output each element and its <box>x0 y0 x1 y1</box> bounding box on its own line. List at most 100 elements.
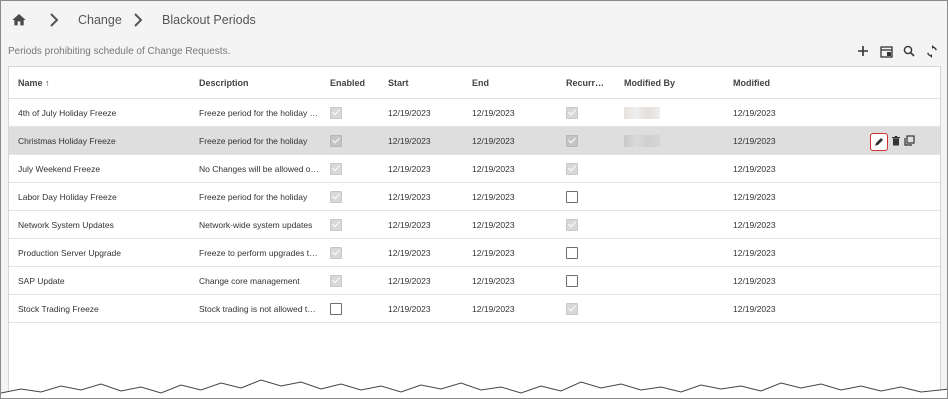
checkbox-checked-icon <box>566 106 578 119</box>
cell-recurring <box>566 126 624 155</box>
cell-modified-by <box>624 182 733 211</box>
blackout-periods-table-panel: Name ↑ Description Enabled Start End Rec… <box>8 66 941 398</box>
table-row[interactable]: Stock Trading Freeze Stock trading is not… <box>9 294 940 323</box>
cell-start: 12/19/2023 <box>388 182 472 211</box>
row-spacer <box>9 294 18 323</box>
edit-button[interactable] <box>870 133 888 151</box>
breadcrumb-blackout-periods: Blackout Periods <box>162 13 256 27</box>
refresh-button[interactable] <box>925 44 939 58</box>
column-header-name[interactable]: Name ↑ <box>18 67 199 99</box>
export-icon <box>879 45 893 58</box>
cell-name: Network System Updates <box>18 210 199 239</box>
column-header-description[interactable]: Description <box>199 67 330 99</box>
cell-name: Stock Trading Freeze <box>18 294 199 323</box>
cell-start: 12/19/2023 <box>388 210 472 239</box>
checkbox-unchecked-icon <box>566 190 578 203</box>
cell-modified-by <box>624 154 733 183</box>
refresh-icon <box>927 44 937 58</box>
checkbox-unchecked-icon <box>566 274 578 287</box>
checkbox-checked-icon <box>330 218 342 231</box>
cell-recurring <box>566 182 624 211</box>
blackout-periods-table: Name ↑ Description Enabled Start End Rec… <box>9 67 940 323</box>
cell-description: No Changes will be allowed o… <box>199 154 330 183</box>
search-icon <box>903 45 915 57</box>
cell-end: 12/19/2023 <box>472 98 566 127</box>
cell-recurring <box>566 98 624 127</box>
cell-name: July Weekend Freeze <box>18 154 199 183</box>
column-header-enabled[interactable]: Enabled <box>330 67 388 99</box>
cell-enabled <box>330 126 388 155</box>
checkbox-checked-icon <box>330 190 342 203</box>
cell-modified: 12/19/2023 <box>733 294 940 323</box>
edit-icon <box>875 138 883 146</box>
checkbox-unchecked-icon <box>330 302 342 315</box>
table-row[interactable]: Christmas Holiday Freeze Freeze period fo… <box>9 126 940 155</box>
delete-button[interactable] <box>892 133 900 151</box>
cell-recurring <box>566 238 624 267</box>
chevron-right-icon <box>50 13 59 27</box>
table-row[interactable]: July Weekend Freeze No Changes will be al… <box>9 154 940 183</box>
cell-description: Freeze to perform upgrades t… <box>199 238 330 267</box>
table-row[interactable]: Network System Updates Network-wide syste… <box>9 210 940 239</box>
cell-modified-by <box>624 210 733 239</box>
cell-enabled <box>330 266 388 295</box>
cell-enabled <box>330 98 388 127</box>
checkbox-checked-icon <box>330 274 342 287</box>
cell-start: 12/19/2023 <box>388 126 472 155</box>
redacted-user <box>624 106 660 119</box>
cell-start: 12/19/2023 <box>388 238 472 267</box>
cell-modified: 12/19/2023 <box>733 210 940 239</box>
cell-start: 12/19/2023 <box>388 266 472 295</box>
column-header-modified-by[interactable]: Modified By <box>624 67 733 99</box>
cell-name: Christmas Holiday Freeze <box>18 126 199 155</box>
export-button[interactable] <box>879 44 893 58</box>
column-header-recurring[interactable]: Recurr… <box>566 67 624 99</box>
home-icon[interactable] <box>11 12 27 28</box>
cell-name: Labor Day Holiday Freeze <box>18 182 199 211</box>
cell-modified-by <box>624 238 733 267</box>
search-button[interactable] <box>902 44 916 58</box>
cell-enabled <box>330 294 388 323</box>
column-header-start[interactable]: Start <box>388 67 472 99</box>
copy-button[interactable] <box>904 133 915 151</box>
cell-enabled <box>330 182 388 211</box>
table-row[interactable]: SAP Update Change core management 12/19/20… <box>9 266 940 295</box>
cell-name: Production Server Upgrade <box>18 238 199 267</box>
checkbox-checked-icon <box>330 246 342 259</box>
checkbox-unchecked-icon <box>566 246 578 259</box>
table-header-row: Name ↑ Description Enabled Start End Rec… <box>9 67 940 99</box>
checkbox-checked-icon <box>330 134 342 147</box>
cell-modified: 12/19/2023 <box>733 238 940 267</box>
chevron-right-icon <box>134 13 143 27</box>
cell-modified: 12/19/2023 <box>733 154 940 183</box>
cell-end: 12/19/2023 <box>472 238 566 267</box>
cell-enabled <box>330 210 388 239</box>
cell-name: SAP Update <box>18 266 199 295</box>
cell-modified-by <box>624 294 733 323</box>
cell-recurring <box>566 154 624 183</box>
row-spacer <box>9 98 18 127</box>
cell-end: 12/19/2023 <box>472 294 566 323</box>
table-row[interactable]: 4th of July Holiday Freeze Freeze period … <box>9 98 940 127</box>
add-icon <box>858 46 868 56</box>
cell-recurring <box>566 266 624 295</box>
cell-end: 12/19/2023 <box>472 266 566 295</box>
breadcrumb-change[interactable]: Change <box>78 13 122 27</box>
page-subtitle: Periods prohibiting schedule of Change R… <box>8 46 231 57</box>
cell-enabled <box>330 238 388 267</box>
cell-description: Freeze period for the holiday <box>199 182 330 211</box>
row-spacer <box>9 126 18 155</box>
checkbox-checked-icon <box>566 302 578 315</box>
row-spacer <box>9 238 18 267</box>
table-row[interactable]: Production Server Upgrade Freeze to perfo… <box>9 238 940 267</box>
cell-modified-by <box>624 126 733 155</box>
row-actions <box>870 133 915 151</box>
cell-end: 12/19/2023 <box>472 210 566 239</box>
column-header-end[interactable]: End <box>472 67 566 99</box>
cell-end: 12/19/2023 <box>472 154 566 183</box>
add-button[interactable] <box>856 44 870 58</box>
column-header-modified[interactable]: Modified <box>733 67 940 99</box>
copy-icon <box>904 135 915 146</box>
checkbox-checked-icon <box>330 162 342 175</box>
table-row[interactable]: Labor Day Holiday Freeze Freeze period fo… <box>9 182 940 211</box>
